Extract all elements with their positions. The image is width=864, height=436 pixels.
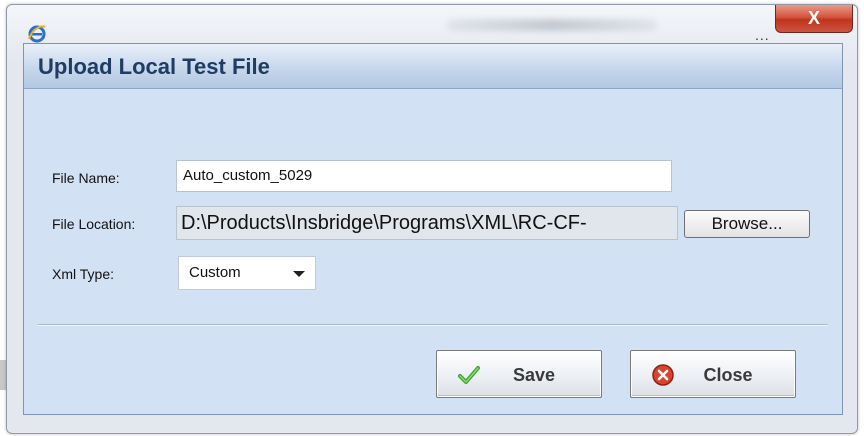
chevron-down-icon	[293, 271, 305, 277]
upload-panel: Upload Local Test File File Name: Auto_c…	[23, 43, 843, 415]
divider	[38, 324, 828, 326]
titlebar-overflow: ...	[755, 27, 770, 43]
panel-header: Upload Local Test File	[24, 44, 842, 89]
dialog-window: ... X Upload Local Test File File Name: …	[6, 4, 858, 434]
close-button[interactable]: Close	[630, 350, 796, 398]
xml-type-value: Custom	[189, 264, 241, 281]
xml-type-select[interactable]: Custom	[178, 256, 316, 290]
blurred-window-title	[447, 19, 657, 31]
save-label: Save	[512, 365, 556, 385]
browse-button[interactable]: Browse...	[684, 210, 810, 238]
save-button[interactable]: Save	[436, 350, 602, 398]
dialog-title: Upload Local Test File	[38, 54, 270, 79]
window-titlebar: ... X	[7, 5, 857, 43]
xml-type-label: Xml Type:	[52, 266, 114, 282]
file-location-field: D:\Products\Insbridge\Programs\XML\RC-CF…	[176, 206, 678, 240]
file-name-label: File Name:	[52, 170, 120, 186]
file-location-label: File Location:	[52, 216, 136, 232]
file-name-input[interactable]: Auto_custom_5029	[176, 160, 672, 192]
window-close-button[interactable]: X	[775, 5, 853, 33]
ie-icon	[28, 25, 46, 43]
close-label: Close	[703, 365, 753, 385]
